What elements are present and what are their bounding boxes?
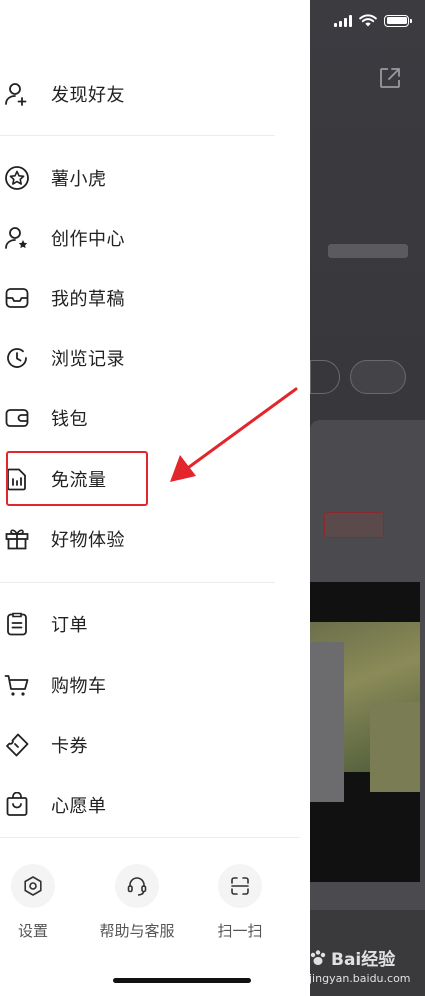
help-service-button[interactable]: 帮助与客服 xyxy=(92,864,182,941)
menu-item-shuxiaohu[interactable]: 薯小虎 xyxy=(0,153,300,203)
menu-item-label: 卡券 xyxy=(51,736,88,756)
settings-button[interactable]: 设置 xyxy=(0,864,78,941)
watermark-url: jingyan.baidu.com xyxy=(309,972,411,985)
menu-item-label: 发现好友 xyxy=(51,85,125,105)
blurred-button xyxy=(350,360,406,394)
wishlist-icon xyxy=(6,792,28,816)
share-icon[interactable] xyxy=(378,66,402,90)
menu-item-browse-history[interactable]: 浏览记录 xyxy=(0,333,300,383)
menu-item-label: 我的草稿 xyxy=(51,289,125,309)
blurred-text xyxy=(328,244,408,258)
menu-item-creator-center[interactable]: 创作中心 xyxy=(0,213,300,263)
divider xyxy=(0,837,300,838)
gift-icon xyxy=(5,529,29,550)
star-badge-icon xyxy=(5,166,29,190)
menu-item-orders[interactable]: 订单 xyxy=(0,599,300,649)
settings-icon-circle xyxy=(11,864,55,908)
divider xyxy=(0,135,275,136)
scan-icon xyxy=(231,877,249,895)
settings-label: 设置 xyxy=(17,923,48,940)
menu-item-my-drafts[interactable]: 我的草稿 xyxy=(0,273,300,323)
menu-item-label: 薯小虎 xyxy=(51,169,107,189)
menu-item-label: 心愿单 xyxy=(51,796,107,816)
scan-button[interactable]: 扫一扫 xyxy=(195,864,285,941)
blurred-photo xyxy=(310,582,420,882)
menu-item-wishlist[interactable]: 心愿单 xyxy=(0,780,300,830)
menu-item-label: 好物体验 xyxy=(51,530,125,550)
menu-item-discover-friends[interactable]: 发现好友 xyxy=(0,69,300,119)
creator-icon xyxy=(5,227,28,249)
coupon-icon xyxy=(6,733,29,757)
help-service-label: 帮助与客服 xyxy=(99,923,175,940)
cart-icon xyxy=(4,675,29,696)
battery-icon xyxy=(384,14,412,27)
order-icon xyxy=(7,612,27,636)
drawer-footer: 设置 帮助与客服 扫一扫 xyxy=(0,850,310,996)
baidu-watermark: Bai经验 jingyan.baidu.com xyxy=(309,945,411,985)
settings-icon xyxy=(24,876,42,896)
wallet-icon xyxy=(5,409,29,427)
menu-item-label: 购物车 xyxy=(51,676,107,696)
status-bar xyxy=(334,14,412,27)
paw-icon xyxy=(310,949,326,965)
menu-item-label: 创作中心 xyxy=(51,229,125,249)
add-friend-icon xyxy=(5,83,27,106)
headset-icon xyxy=(127,877,147,896)
menu-item-label: 浏览记录 xyxy=(51,349,125,369)
watermark-brand: Bai经验 xyxy=(331,950,396,970)
menu-item-coupons[interactable]: 卡券 xyxy=(0,720,300,770)
signal-icon xyxy=(334,14,352,27)
menu-item-wallet[interactable]: 钱包 xyxy=(0,393,300,443)
history-icon xyxy=(7,348,27,368)
highlight-box xyxy=(6,451,148,506)
menu-item-cart[interactable]: 购物车 xyxy=(0,660,300,710)
divider xyxy=(0,582,275,583)
menu-item-product-trial[interactable]: 好物体验 xyxy=(0,514,300,564)
wifi-icon xyxy=(359,14,377,27)
drafts-icon xyxy=(5,288,29,308)
headset-icon-circle xyxy=(115,864,159,908)
blurred-button xyxy=(310,360,340,394)
scan-icon-circle xyxy=(218,864,262,908)
menu-item-label: 订单 xyxy=(51,615,88,635)
scan-label: 扫一扫 xyxy=(217,923,263,940)
home-indicator[interactable] xyxy=(113,978,251,983)
menu-item-label: 钱包 xyxy=(51,409,88,429)
